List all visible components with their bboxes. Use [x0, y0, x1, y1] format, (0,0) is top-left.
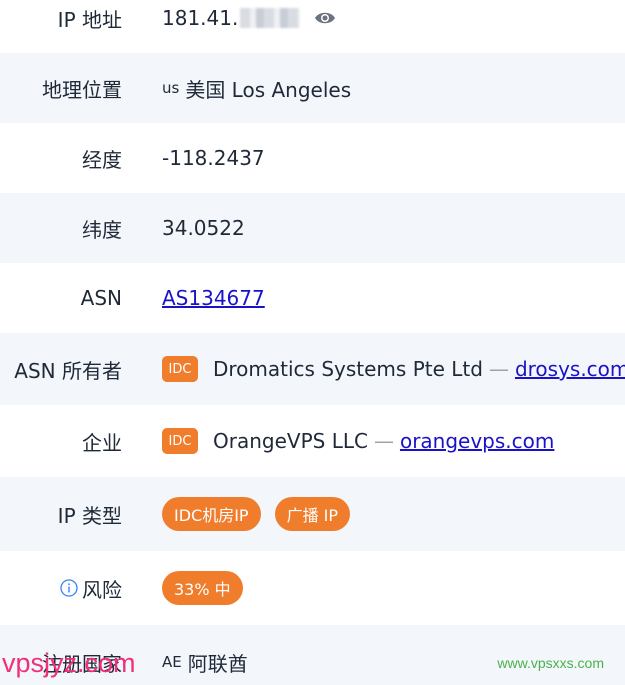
country-code: AE [162, 653, 182, 671]
asn-owner-label: ASN 所有者 [14, 358, 122, 383]
registered-country-text: 阿联酋 [187, 651, 248, 676]
company-link[interactable]: orangevps.com [400, 429, 554, 453]
watermark-left: vpsjyz.com [2, 648, 136, 678]
row-asn: ASN AS134677 [0, 263, 625, 333]
eye-icon[interactable] [314, 10, 336, 26]
row-longitude: 经度 -118.2437 [0, 123, 625, 193]
country-code: us [162, 79, 180, 97]
asn-value: AS134677 [162, 286, 265, 310]
company-value: IDC OrangeVPS LLC — orangevps.com [162, 428, 554, 454]
idc-badge: IDC [162, 356, 198, 382]
location-text: 美国 Los Angeles [185, 77, 352, 102]
ip-info-page: IP 地址 181.41. 地理位置 us 美国 Los Angeles 经度 … [0, 0, 625, 685]
idc-badge: IDC [162, 428, 198, 454]
longitude-value: -118.2437 [162, 146, 265, 170]
row-ip-type: IP 类型 IDC机房IP 广播 IP [0, 477, 625, 551]
asn-owner-value: IDC Dromatics Systems Pte Ltd — drosys.c… [162, 356, 625, 382]
asn-label: ASN [80, 286, 122, 310]
dash-separator: — [373, 429, 394, 453]
ip-type-label: IP 类型 [57, 503, 122, 528]
longitude-label: 经度 [82, 147, 122, 172]
risk-badge: 33% 中 [162, 571, 243, 605]
row-risk: 风险 33% 中 [0, 551, 625, 625]
company-label: 企业 [82, 430, 122, 455]
ip-type-value: IDC机房IP 广播 IP [162, 497, 364, 531]
row-company: 企业 IDC OrangeVPS LLC — orangevps.com [0, 405, 625, 477]
ip-address-masked [240, 8, 301, 28]
ip-address-text: 181.41. [162, 6, 239, 30]
watermark-right: www.vpsxxs.com [497, 655, 604, 671]
ip-address-value: 181.41. [162, 6, 336, 30]
row-asn-owner: ASN 所有者 IDC Dromatics Systems Pte Ltd — … [0, 333, 625, 405]
location-label: 地理位置 [42, 77, 122, 102]
latitude-label: 纬度 [82, 217, 122, 242]
info-icon[interactable] [60, 579, 78, 597]
ip-address-label: IP 地址 [57, 7, 122, 32]
asn-link[interactable]: AS134677 [162, 286, 265, 310]
latitude-value: 34.0522 [162, 216, 245, 240]
risk-label-group: 风险 [0, 574, 122, 603]
ip-type-tag-idc: IDC机房IP [162, 497, 261, 531]
row-location: 地理位置 us 美国 Los Angeles [0, 53, 625, 123]
row-ip-address: IP 地址 181.41. [0, 0, 625, 53]
row-latitude: 纬度 34.0522 [0, 193, 625, 263]
risk-label: 风险 [82, 577, 122, 602]
ip-info-table: IP 地址 181.41. 地理位置 us 美国 Los Angeles 经度 … [0, 0, 625, 685]
asn-owner-name: Dromatics Systems Pte Ltd [213, 357, 483, 381]
ip-type-tag-broadcast: 广播 IP [274, 497, 351, 531]
asn-owner-link[interactable]: drosys.com [515, 357, 625, 381]
risk-value: 33% 中 [162, 571, 257, 605]
registered-country-value: AE 阿联酋 [162, 648, 248, 677]
location-value: us 美国 Los Angeles [162, 74, 351, 103]
company-name: OrangeVPS LLC [213, 429, 368, 453]
dash-separator: — [488, 357, 509, 381]
